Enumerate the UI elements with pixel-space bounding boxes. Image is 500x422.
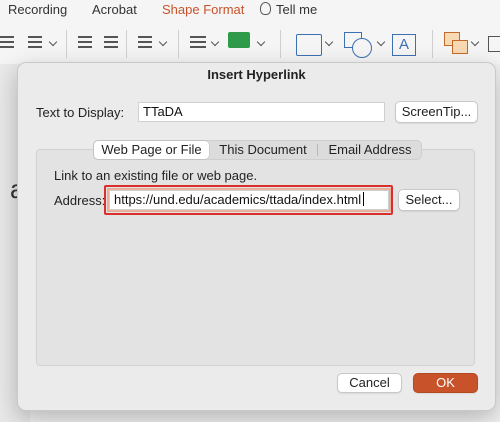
columns-icon[interactable] (190, 36, 206, 50)
text-box-icon[interactable]: A (392, 34, 416, 56)
link-hint-text: Link to an existing file or web page. (54, 168, 258, 183)
chevron-down-icon[interactable] (158, 37, 168, 47)
toolbar-divider (432, 30, 433, 58)
tab-web-page-or-file[interactable]: Web Page or File (94, 141, 209, 159)
screentip-button[interactable]: ScreenTip... (395, 101, 478, 123)
chevron-down-icon[interactable] (256, 37, 266, 47)
numbering-icon[interactable] (28, 36, 42, 50)
select-button[interactable]: Select... (398, 189, 460, 211)
tab-email-address[interactable]: Email Address (320, 141, 420, 159)
chevron-down-icon[interactable] (376, 37, 386, 47)
tab-acrobat[interactable]: Acrobat (92, 2, 137, 17)
toolbar-divider (178, 30, 179, 58)
ribbon-tab-bar: Recording Acrobat Shape Format Tell me (0, 0, 500, 22)
tab-content-panel: Link to an existing file or web page. Ad… (36, 149, 475, 366)
toolbar-divider (280, 30, 281, 58)
text-to-display-label: Text to Display: (36, 105, 125, 120)
tab-shape-format[interactable]: Shape Format (162, 2, 244, 17)
ribbon-toolbar: A (0, 22, 500, 64)
hyperlink-type-tabs: Web Page or File This Document Email Add… (93, 140, 422, 160)
cancel-button[interactable]: Cancel (337, 373, 402, 393)
increase-indent-icon[interactable] (104, 36, 118, 50)
toolbar-divider (126, 30, 127, 58)
chevron-down-icon[interactable] (324, 37, 334, 47)
text-to-display-field[interactable]: TTaDA (138, 102, 385, 122)
tab-this-document[interactable]: This Document (212, 141, 314, 159)
address-label: Address: (54, 193, 106, 208)
arrange-icon-back (452, 40, 468, 54)
decrease-indent-icon[interactable] (78, 36, 92, 50)
bullets-icon[interactable] (0, 36, 14, 50)
shapes-circle-icon[interactable] (352, 38, 372, 58)
toolbar-divider (66, 30, 67, 58)
dialog-title: Insert Hyperlink (207, 67, 306, 82)
chevron-down-icon[interactable] (470, 37, 480, 47)
tab-divider (317, 144, 318, 156)
tell-me-label: Tell me (276, 2, 318, 17)
lightbulb-icon (260, 2, 271, 15)
tab-recording[interactable]: Recording (8, 2, 67, 17)
chevron-down-icon[interactable] (210, 37, 220, 47)
tab-tell-me[interactable]: Tell me (260, 2, 317, 17)
ok-button[interactable]: OK (413, 373, 478, 393)
address-highlight-box (104, 185, 393, 215)
picture-icon[interactable] (296, 34, 322, 56)
smartart-icon[interactable] (228, 32, 250, 48)
line-spacing-icon[interactable] (138, 36, 152, 50)
more-icon[interactable] (488, 36, 500, 52)
insert-hyperlink-dialog: Insert Hyperlink Text to Display: TTaDA … (17, 62, 496, 411)
chevron-down-icon[interactable] (48, 37, 58, 47)
